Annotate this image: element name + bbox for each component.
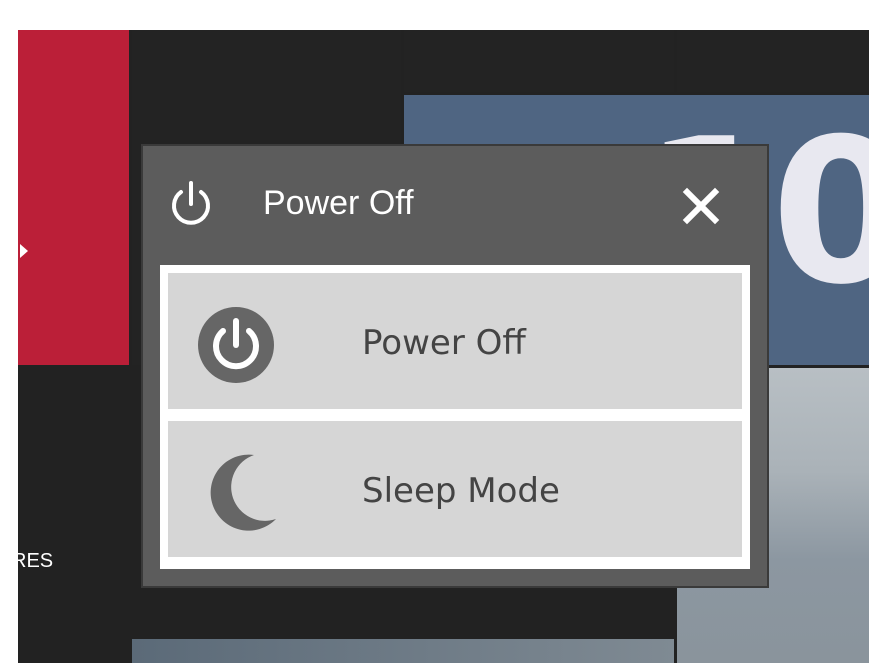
power-icon [198, 307, 274, 383]
dark-tile[interactable] [677, 30, 869, 92]
red-tile[interactable] [18, 30, 129, 365]
sky-tile[interactable] [132, 639, 674, 663]
sleep-mode-label: Sleep Mode [362, 471, 560, 511]
sleep-mode-option[interactable]: Sleep Mode [168, 421, 742, 557]
arrow-right-icon [20, 244, 28, 258]
moon-icon [210, 454, 276, 531]
dark-tile[interactable]: RES [18, 368, 129, 663]
power-off-label: Power Off [362, 323, 526, 363]
power-off-option[interactable]: Power Off [168, 273, 742, 409]
dark-tile[interactable] [404, 30, 674, 92]
dialog-title: Power Off [263, 184, 414, 222]
power-icon [172, 181, 210, 225]
power-options-list: Power Off Sleep Mode [160, 265, 750, 569]
close-icon[interactable] [681, 186, 721, 226]
power-off-dialog: Power Off Power Off Sleep Mode [143, 146, 767, 586]
tile-label: RES [18, 550, 54, 572]
dialog-header: Power Off [143, 146, 767, 266]
